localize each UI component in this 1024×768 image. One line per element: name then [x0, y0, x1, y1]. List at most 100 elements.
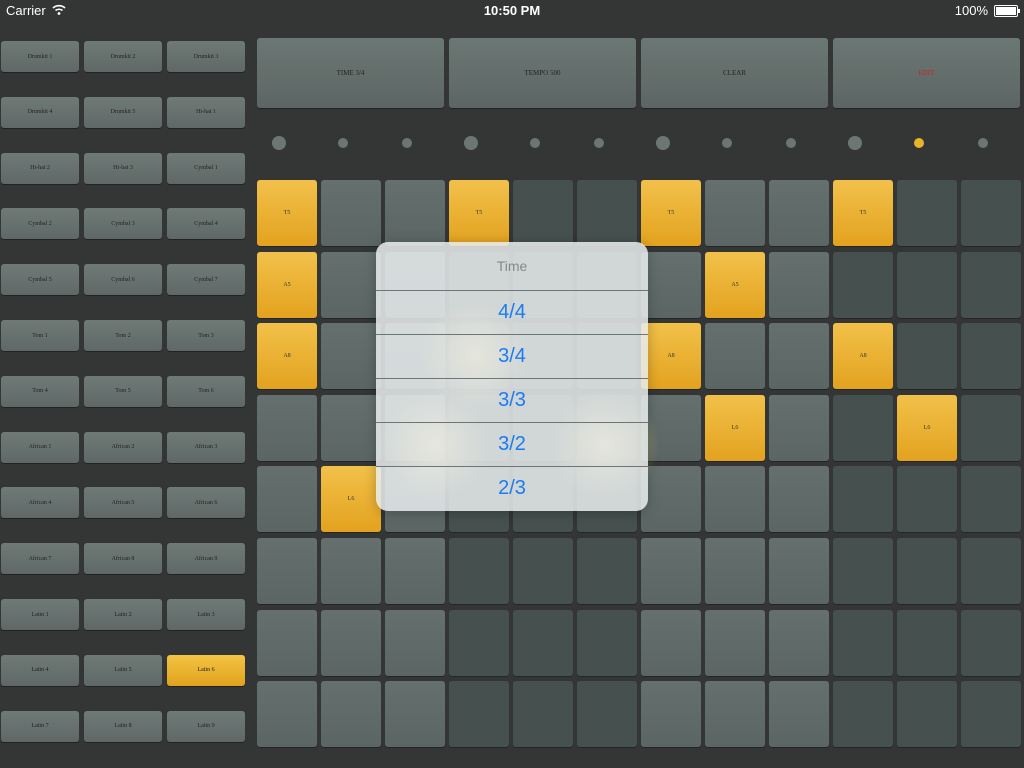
instrument-button[interactable]: Hi-hat 1: [167, 96, 245, 128]
grid-cell[interactable]: [833, 466, 893, 533]
grid-cell[interactable]: [961, 538, 1021, 604]
grid-cell-active[interactable]: T5: [833, 180, 893, 246]
grid-cell[interactable]: [449, 538, 509, 604]
grid-cell[interactable]: [513, 538, 573, 604]
grid-cell[interactable]: [897, 538, 957, 604]
grid-cell[interactable]: [833, 394, 893, 461]
grid-cell[interactable]: [769, 394, 829, 461]
grid-cell[interactable]: [897, 323, 957, 390]
grid-cell[interactable]: [961, 609, 1021, 676]
instrument-button[interactable]: Tom 4: [1, 375, 79, 407]
grid-cell[interactable]: [769, 180, 829, 246]
grid-cell[interactable]: [961, 180, 1021, 246]
time-option[interactable]: 3/4: [376, 335, 648, 379]
instrument-button[interactable]: Latin 7: [1, 710, 79, 742]
grid-cell[interactable]: [833, 681, 893, 748]
grid-cell-active[interactable]: A8: [833, 323, 893, 390]
grid-cell[interactable]: [769, 681, 829, 748]
grid-cell[interactable]: [321, 609, 381, 676]
grid-cell[interactable]: [705, 609, 765, 676]
grid-cell[interactable]: [385, 538, 445, 604]
instrument-button[interactable]: Tom 6: [167, 375, 245, 407]
instrument-button[interactable]: Cymbal 6: [84, 264, 162, 296]
grid-cell-active[interactable]: L6: [321, 466, 381, 533]
grid-cell[interactable]: [897, 609, 957, 676]
instrument-button[interactable]: African 6: [167, 487, 245, 519]
grid-cell-active[interactable]: T5: [257, 180, 317, 246]
instrument-button[interactable]: Tom 5: [84, 375, 162, 407]
time-button[interactable]: TIME 3/4: [257, 38, 444, 108]
time-option[interactable]: 2/3: [376, 467, 648, 510]
grid-cell[interactable]: [257, 394, 317, 461]
grid-cell[interactable]: [641, 251, 701, 318]
grid-cell[interactable]: [961, 251, 1021, 318]
instrument-button[interactable]: Cymbal 2: [1, 208, 79, 240]
instrument-button[interactable]: Tom 2: [84, 320, 162, 351]
grid-cell[interactable]: [321, 538, 381, 604]
grid-cell[interactable]: [769, 538, 829, 604]
grid-cell[interactable]: [833, 538, 893, 604]
grid-cell[interactable]: [705, 323, 765, 390]
grid-cell[interactable]: [577, 681, 637, 748]
grid-cell[interactable]: [513, 609, 573, 676]
instrument-button[interactable]: Cymbal 4: [167, 208, 245, 240]
instrument-button[interactable]: Hi-hat 3: [84, 152, 162, 184]
grid-cell[interactable]: [769, 323, 829, 390]
grid-cell[interactable]: [385, 180, 445, 246]
instrument-button[interactable]: African 8: [84, 543, 162, 575]
instrument-button[interactable]: Latin 4: [1, 654, 79, 686]
grid-cell[interactable]: [513, 681, 573, 748]
grid-cell[interactable]: [961, 466, 1021, 533]
grid-cell-active[interactable]: L6: [897, 394, 957, 461]
grid-cell[interactable]: [897, 251, 957, 318]
instrument-button[interactable]: African 4: [1, 487, 79, 519]
grid-cell[interactable]: [577, 180, 637, 246]
grid-cell[interactable]: [769, 251, 829, 318]
instrument-button[interactable]: African 5: [84, 487, 162, 519]
grid-cell[interactable]: [961, 394, 1021, 461]
grid-cell[interactable]: [833, 609, 893, 676]
grid-cell[interactable]: [897, 466, 957, 533]
grid-cell[interactable]: [705, 466, 765, 533]
grid-cell[interactable]: [257, 609, 317, 676]
grid-cell[interactable]: [449, 681, 509, 748]
grid-cell[interactable]: [641, 681, 701, 748]
instrument-button[interactable]: Hi-hat 2: [1, 152, 79, 184]
edit-button[interactable]: EDIT: [833, 38, 1020, 108]
grid-cell[interactable]: [385, 681, 445, 748]
grid-cell[interactable]: [705, 538, 765, 604]
grid-cell[interactable]: [961, 681, 1021, 748]
instrument-button[interactable]: Cymbal 3: [84, 208, 162, 240]
time-option[interactable]: 3/3: [376, 379, 648, 423]
grid-cell-active[interactable]: T5: [449, 180, 509, 246]
grid-cell[interactable]: [321, 180, 381, 246]
grid-cell[interactable]: [577, 538, 637, 604]
grid-cell[interactable]: [769, 466, 829, 533]
grid-cell-active[interactable]: A8: [641, 323, 701, 390]
grid-cell-active[interactable]: A5: [257, 251, 317, 318]
instrument-button[interactable]: Latin 6: [167, 654, 245, 686]
instrument-button[interactable]: Cymbal 5: [1, 264, 79, 296]
instrument-button[interactable]: African 2: [84, 431, 162, 463]
grid-cell[interactable]: [321, 394, 381, 461]
grid-cell[interactable]: [321, 251, 381, 318]
instrument-button[interactable]: African 3: [167, 431, 245, 463]
grid-cell[interactable]: [833, 251, 893, 318]
grid-cell[interactable]: [641, 538, 701, 604]
instrument-button[interactable]: Tom 3: [167, 320, 245, 351]
grid-cell[interactable]: [257, 466, 317, 533]
instrument-button[interactable]: Latin 9: [167, 710, 245, 742]
instrument-button[interactable]: Latin 3: [167, 599, 245, 630]
instrument-button[interactable]: African 1: [1, 431, 79, 463]
instrument-button[interactable]: Drumkit 2: [84, 41, 162, 72]
grid-cell[interactable]: [961, 323, 1021, 390]
instrument-button[interactable]: Drumkit 1: [1, 41, 79, 72]
instrument-button[interactable]: Cymbal 1: [167, 152, 245, 184]
grid-cell[interactable]: [257, 538, 317, 604]
instrument-button[interactable]: Latin 8: [84, 710, 162, 742]
grid-cell-active[interactable]: T5: [641, 180, 701, 246]
time-option[interactable]: 3/2: [376, 423, 648, 467]
grid-cell[interactable]: [321, 323, 381, 390]
grid-cell[interactable]: [257, 681, 317, 748]
tempo-button[interactable]: TEMPO 500: [449, 38, 636, 108]
